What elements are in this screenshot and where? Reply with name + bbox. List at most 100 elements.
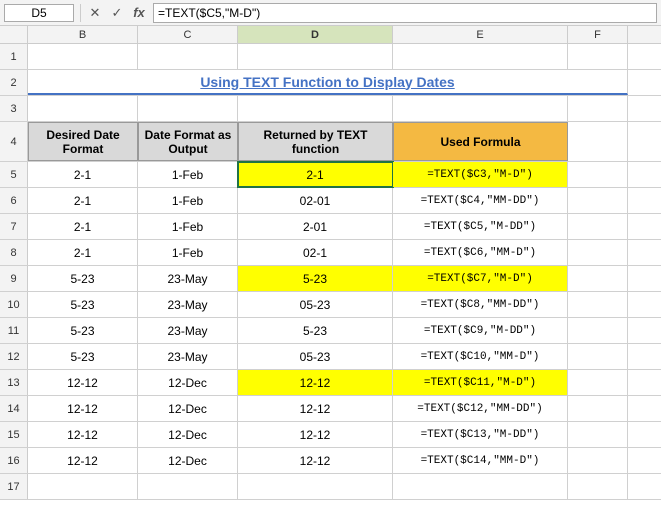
row-number: 5 (0, 162, 28, 187)
cell-c[interactable]: 12-Dec (138, 448, 238, 473)
cell-b[interactable] (28, 44, 138, 69)
cell-f (568, 188, 628, 213)
row-number: 7 (0, 214, 28, 239)
cell-d[interactable]: 12-12 (238, 396, 393, 421)
cell-b[interactable]: 12-12 (28, 370, 138, 395)
cell-e[interactable] (393, 96, 568, 121)
empty-cell (568, 122, 628, 161)
cell-b[interactable] (28, 96, 138, 121)
cell-f (568, 448, 628, 473)
cell-d[interactable]: 2-1 (238, 162, 393, 187)
cell-e[interactable]: =TEXT($C11,"M-D") (393, 370, 568, 395)
cell-f (568, 422, 628, 447)
cancel-icon[interactable]: ✕ (85, 3, 105, 23)
col-header-e[interactable]: E (393, 26, 568, 43)
cell-c[interactable]: 23-May (138, 292, 238, 317)
cell-e[interactable]: =TEXT($C3,"M-D") (393, 162, 568, 187)
cell-d[interactable]: 05-23 (238, 292, 393, 317)
cell-c[interactable]: 23-May (138, 318, 238, 343)
cell-c[interactable]: 1-Feb (138, 188, 238, 213)
cell-d[interactable]: 05-23 (238, 344, 393, 369)
col-header-d[interactable]: D (238, 26, 393, 43)
row-number: 6 (0, 188, 28, 213)
cell-e[interactable]: =TEXT($C12,"MM-DD") (393, 396, 568, 421)
table-row: 95-2323-May5-23=TEXT($C7,"M-D") (0, 266, 661, 292)
cell-b[interactable]: 5-23 (28, 344, 138, 369)
cell-b[interactable]: 2-1 (28, 188, 138, 213)
confirm-icon[interactable]: ✓ (107, 3, 127, 23)
table-row: 115-2323-May5-23=TEXT($C9,"M-DD") (0, 318, 661, 344)
cell-b[interactable]: 5-23 (28, 318, 138, 343)
formula-bar[interactable] (153, 3, 657, 23)
cell-f (568, 292, 628, 317)
table-row: 105-2323-May05-23=TEXT($C8,"MM-DD") (0, 292, 661, 318)
cell-b[interactable]: 2-1 (28, 162, 138, 187)
name-box[interactable] (4, 4, 74, 22)
cell-d[interactable]: 12-12 (238, 422, 393, 447)
cell-f (568, 240, 628, 265)
cell-d[interactable] (238, 474, 393, 499)
cell-c[interactable]: 1-Feb (138, 214, 238, 239)
cell-c[interactable]: 12-Dec (138, 422, 238, 447)
row-number: 12 (0, 344, 28, 369)
cell-f (568, 44, 628, 69)
row-number: 1 (0, 44, 28, 69)
table-row: 72-11-Feb2-01=TEXT($C5,"M-DD") (0, 214, 661, 240)
table-row: 3 (0, 96, 661, 122)
cell-e[interactable] (393, 474, 568, 499)
cell-c[interactable]: 23-May (138, 344, 238, 369)
fx-icon[interactable]: fx (129, 3, 149, 23)
cell-c[interactable]: 12-Dec (138, 370, 238, 395)
cell-c[interactable] (138, 96, 238, 121)
col-header-f[interactable]: F (568, 26, 628, 43)
cell-e[interactable]: =TEXT($C14,"MM-D") (393, 448, 568, 473)
cell-c[interactable]: 23-May (138, 266, 238, 291)
cell-e[interactable]: =TEXT($C6,"MM-D") (393, 240, 568, 265)
col-header-b[interactable]: B (28, 26, 138, 43)
cell-d[interactable]: 2-01 (238, 214, 393, 239)
cell-d[interactable]: 12-12 (238, 448, 393, 473)
row-number: 8 (0, 240, 28, 265)
cell-d[interactable]: 02-01 (238, 188, 393, 213)
col-header-c[interactable]: C (138, 26, 238, 43)
cell-e[interactable]: =TEXT($C10,"MM-D") (393, 344, 568, 369)
cell-e[interactable]: =TEXT($C9,"M-DD") (393, 318, 568, 343)
cell-b[interactable]: 5-23 (28, 292, 138, 317)
cell-c[interactable] (138, 474, 238, 499)
cell-f (568, 214, 628, 239)
cell-d[interactable]: 12-12 (238, 370, 393, 395)
cell-d[interactable]: 5-23 (238, 266, 393, 291)
cell-c[interactable] (138, 44, 238, 69)
row-number: 2 (0, 70, 28, 95)
cell-b[interactable]: 5-23 (28, 266, 138, 291)
row-number: 4 (0, 122, 28, 161)
cell-b[interactable]: 12-12 (28, 396, 138, 421)
cell-c[interactable]: 1-Feb (138, 162, 238, 187)
cell-c[interactable]: 12-Dec (138, 396, 238, 421)
row-number: 15 (0, 422, 28, 447)
cell-e[interactable]: =TEXT($C13,"M-DD") (393, 422, 568, 447)
table-row: 1612-1212-Dec12-12=TEXT($C14,"MM-D") (0, 448, 661, 474)
cell-d[interactable]: 02-1 (238, 240, 393, 265)
cell-d[interactable]: 5-23 (238, 318, 393, 343)
cell-e[interactable]: =TEXT($C7,"M-D") (393, 266, 568, 291)
cell-e[interactable]: =TEXT($C4,"MM-DD") (393, 188, 568, 213)
cell-c[interactable]: 1-Feb (138, 240, 238, 265)
cell-f (568, 396, 628, 421)
cell-b[interactable] (28, 474, 138, 499)
cell-f (568, 318, 628, 343)
cell-f (568, 266, 628, 291)
table-row: 1512-1212-Dec12-12=TEXT($C13,"M-DD") (0, 422, 661, 448)
cell-e[interactable]: =TEXT($C5,"M-DD") (393, 214, 568, 239)
header-cell-c: Date Format as Output (138, 122, 238, 161)
cell-e[interactable]: =TEXT($C8,"MM-DD") (393, 292, 568, 317)
cell-b[interactable]: 2-1 (28, 214, 138, 239)
cell-d[interactable] (238, 44, 393, 69)
cell-b[interactable]: 12-12 (28, 448, 138, 473)
cell-e[interactable] (393, 44, 568, 69)
cell-b[interactable]: 2-1 (28, 240, 138, 265)
toolbar-separator (80, 4, 81, 22)
row-number: 17 (0, 474, 28, 499)
cell-b[interactable]: 12-12 (28, 422, 138, 447)
cell-d[interactable] (238, 96, 393, 121)
